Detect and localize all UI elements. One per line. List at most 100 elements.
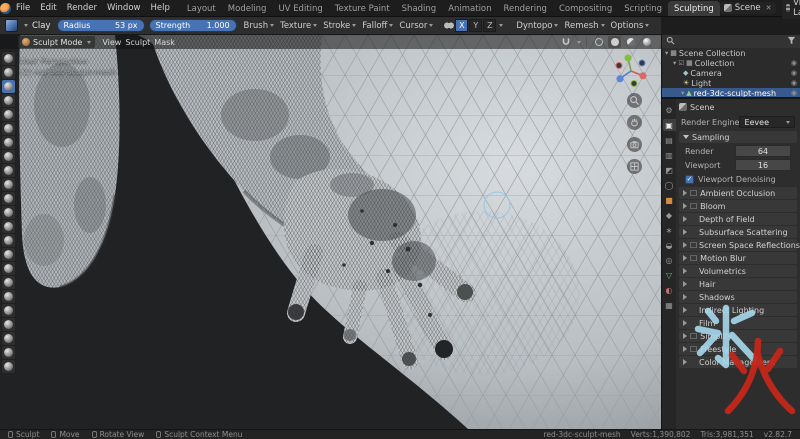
properties-tab[interactable]: ▣ <box>663 119 676 131</box>
expand-arrow-icon[interactable]: ▾ <box>665 49 668 57</box>
outliner-row[interactable]: ▾ ▦ Scene Collection <box>662 48 800 58</box>
workspace-tab[interactable]: Shading <box>396 1 443 16</box>
symmetry-axis-toggle[interactable]: X <box>455 19 468 32</box>
workspace-tab[interactable]: Texture Paint <box>329 1 396 16</box>
properties-tab[interactable]: ◒ <box>663 239 676 251</box>
brush-tool-button[interactable] <box>2 304 15 317</box>
visibility-eye-icon[interactable]: ◉ <box>791 89 797 97</box>
properties-section-header[interactable]: Depth of Field <box>679 213 797 225</box>
topbar-menu-item[interactable]: File <box>11 3 35 13</box>
brush-tool-button[interactable] <box>2 276 15 289</box>
sculpt-dropdown[interactable]: Options <box>608 21 653 31</box>
properties-section-header[interactable]: ☐ Ambient Occlusion <box>679 187 797 199</box>
3d-viewport[interactable]: Sculpt Mode ViewSculptMask <box>0 35 661 429</box>
visibility-eye-icon[interactable]: ◉ <box>791 69 797 77</box>
properties-tab[interactable]: ⚙ <box>663 104 676 116</box>
viewport-menu-item[interactable]: Mask <box>152 38 177 47</box>
properties-tab[interactable]: ▽ <box>663 269 676 281</box>
shading-wireframe-icon[interactable] <box>592 36 605 48</box>
properties-section-header[interactable]: Volumetrics <box>679 265 797 277</box>
topbar-menu-item[interactable]: Render <box>62 3 102 13</box>
section-checkbox[interactable]: ☐ <box>690 189 697 198</box>
visibility-eye-icon[interactable]: ◉ <box>791 79 797 87</box>
sculpt-dropdown[interactable]: Dyntopo <box>513 21 561 31</box>
properties-section-header[interactable]: Hair <box>679 278 797 290</box>
workspace-tab[interactable]: Compositing <box>553 1 618 16</box>
topbar-menu-item[interactable]: Help <box>145 3 174 13</box>
brush-tool-button[interactable] <box>2 52 15 65</box>
workspace-tab[interactable]: Sculpting <box>668 1 720 16</box>
viewport-samples-field[interactable]: 16 <box>735 159 791 171</box>
properties-tab[interactable]: ■ <box>663 194 676 206</box>
brush-tool-button[interactable] <box>2 150 15 163</box>
expand-arrow-icon[interactable]: ▾ <box>681 89 684 97</box>
section-checkbox[interactable]: ☐ <box>690 332 697 341</box>
search-icon[interactable] <box>666 36 675 47</box>
workspace-tab[interactable]: UV Editing <box>272 1 328 16</box>
properties-section-header[interactable]: Color Management <box>679 356 797 368</box>
scene-selector[interactable]: Scene ✕ <box>720 2 776 14</box>
snap-magnet-icon[interactable] <box>559 36 572 48</box>
brush-tool-button[interactable] <box>2 290 15 303</box>
radius-slider[interactable]: Radius 53 px <box>57 19 145 32</box>
strength-slider[interactable]: Strength 1.000 <box>149 19 237 32</box>
render-engine-dropdown[interactable]: Eevee <box>739 116 795 128</box>
workspace-tab[interactable]: Rendering <box>498 1 553 16</box>
expand-arrow-icon[interactable]: ▾ ☑ <box>673 59 684 67</box>
shading-rendered-icon[interactable] <box>640 36 653 48</box>
symmetry-axis-toggle[interactable]: Z <box>483 19 496 32</box>
properties-section-header[interactable]: Film <box>679 317 797 329</box>
symmetry-axis-toggle[interactable]: Y <box>469 19 482 32</box>
blender-logo-icon[interactable] <box>0 3 11 14</box>
section-checkbox[interactable]: ☐ <box>690 241 696 250</box>
properties-tab[interactable]: ◎ <box>663 254 676 266</box>
brush-tool-button[interactable] <box>2 178 15 191</box>
brush-tool-button[interactable] <box>2 262 15 275</box>
brush-tool-button[interactable] <box>2 136 15 149</box>
brush-tool-button[interactable] <box>2 94 15 107</box>
brush-tool-button[interactable] <box>2 346 15 359</box>
properties-section-header[interactable]: ☐ Motion Blur <box>679 252 797 264</box>
tool-header-menu[interactable]: Falloff <box>359 21 396 31</box>
sculpt-dropdown[interactable]: Remesh <box>561 21 607 31</box>
brush-tool-button[interactable] <box>2 108 15 121</box>
brush-tool-button[interactable] <box>2 318 15 331</box>
properties-section-header[interactable]: ☐ Freestyle <box>679 343 797 355</box>
tool-header-menu[interactable]: Stroke <box>320 21 359 31</box>
properties-section-header[interactable]: Indirect Lighting <box>679 304 797 316</box>
brush-tool-button[interactable] <box>2 122 15 135</box>
workspace-tab[interactable]: Animation <box>442 1 497 16</box>
shading-material-icon[interactable] <box>624 36 637 48</box>
properties-tab[interactable]: ▤ <box>663 134 676 146</box>
navigation-gizmo[interactable] <box>613 53 649 89</box>
brush-tool-button[interactable] <box>2 80 15 93</box>
sampling-section-header[interactable]: Sampling <box>679 131 797 143</box>
outliner-filter-icon[interactable] <box>787 36 796 47</box>
tool-header-menu[interactable]: Cursor <box>396 21 436 31</box>
workspace-tab[interactable]: Modeling <box>222 1 273 16</box>
outliner-row[interactable]: ▾ ☑ ▦ Collection ◉ <box>662 58 800 68</box>
tool-header-menu[interactable]: Texture <box>277 21 320 31</box>
render-samples-field[interactable]: 64 <box>735 145 791 157</box>
properties-tab[interactable]: ◩ <box>663 164 676 176</box>
outliner-row[interactable]: ▾ ▲ red-3dc-sculpt-mesh ◉ <box>662 88 800 98</box>
brush-tool-button[interactable] <box>2 234 15 247</box>
properties-tab[interactable]: ◆ <box>663 209 676 221</box>
brush-tool-button[interactable] <box>2 66 15 79</box>
brush-tool-button[interactable] <box>2 206 15 219</box>
properties-section-header[interactable]: Subsurface Scattering <box>679 226 797 238</box>
properties-tab[interactable]: ▥ <box>663 149 676 161</box>
outliner-row[interactable]: ◆ Camera ◉ <box>662 68 800 78</box>
visibility-eye-icon[interactable]: ◉ <box>791 59 797 67</box>
zoom-icon[interactable] <box>627 93 642 108</box>
view-layer-selector[interactable]: View Layer <box>782 0 800 19</box>
properties-section-header[interactable]: Shadows <box>679 291 797 303</box>
brush-tool-button[interactable] <box>2 248 15 261</box>
properties-section-header[interactable]: ☐ Bloom <box>679 200 797 212</box>
properties-section-header[interactable]: ☐ Screen Space Reflections <box>679 239 797 251</box>
properties-tab[interactable]: ◯ <box>663 179 676 191</box>
brush-tool-button[interactable] <box>2 220 15 233</box>
properties-tab[interactable]: ▦ <box>663 299 676 311</box>
properties-tab[interactable]: ◐ <box>663 284 676 296</box>
section-checkbox[interactable]: ☐ <box>690 345 697 354</box>
